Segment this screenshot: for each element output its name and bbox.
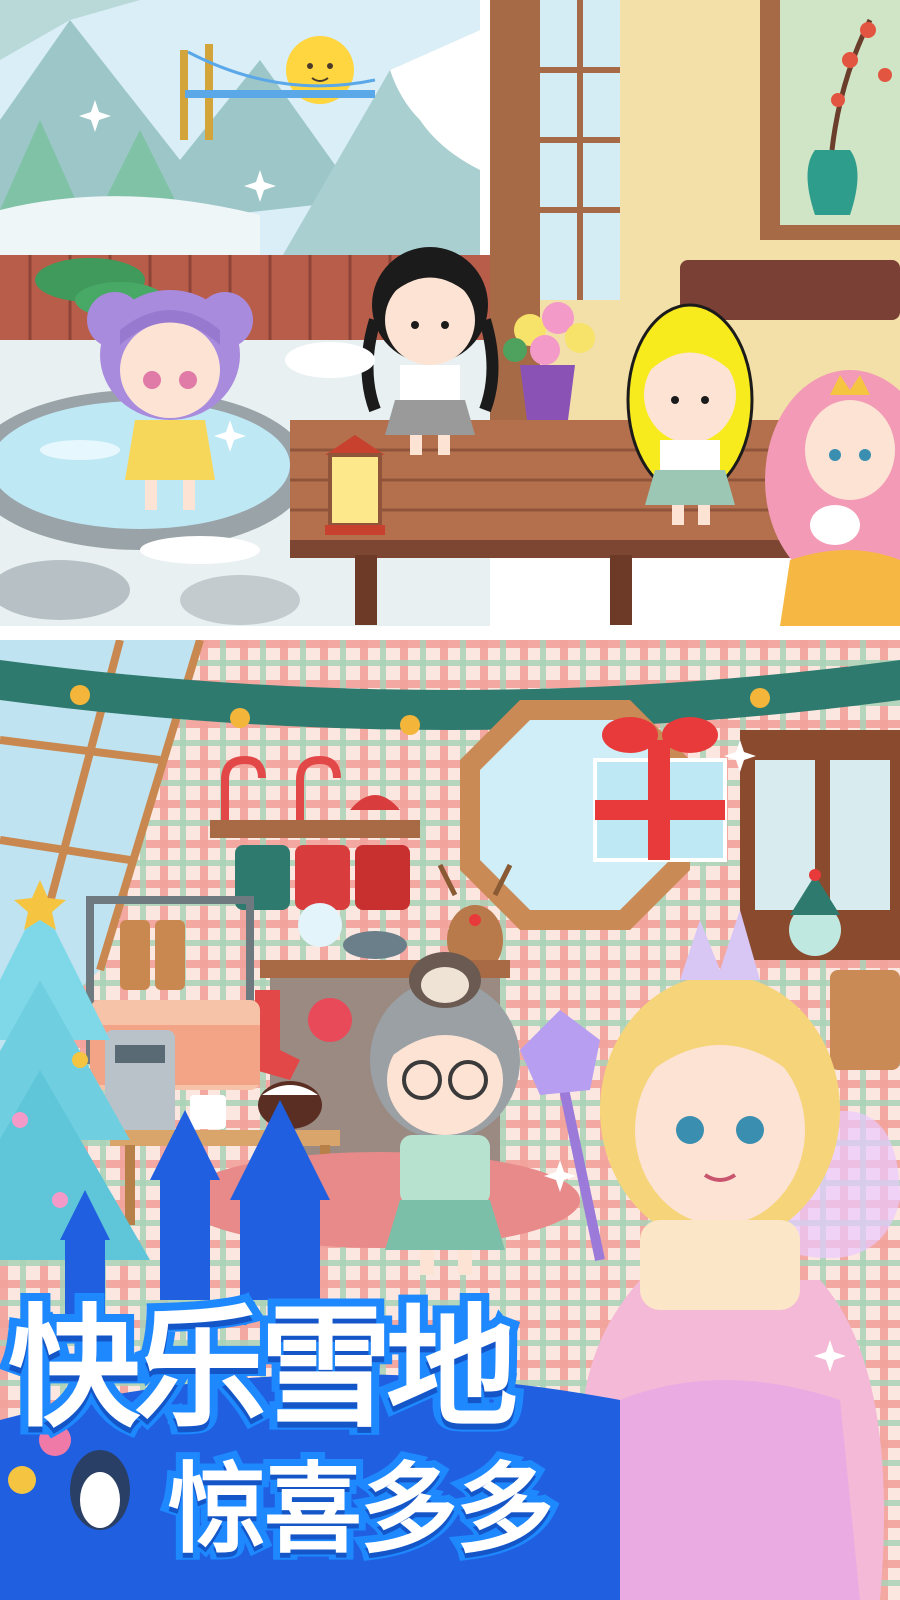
snow-globe — [298, 903, 342, 947]
hot-spring-illustration — [0, 0, 900, 626]
hot-spring-scene — [0, 0, 900, 626]
rock — [180, 575, 300, 625]
headline-main: 快乐雪地 — [0, 1284, 526, 1454]
side-table — [110, 1130, 340, 1146]
sweaters — [235, 845, 410, 910]
screen-divider — [0, 626, 900, 640]
ornament — [308, 998, 352, 1042]
coffee-cup — [190, 1095, 226, 1129]
white-cat — [810, 505, 860, 545]
headline-sub: 惊喜多多 — [161, 1446, 561, 1574]
lantern — [325, 435, 385, 535]
radio — [830, 970, 900, 1070]
bowl — [343, 931, 407, 959]
wall-shelf — [210, 820, 420, 838]
